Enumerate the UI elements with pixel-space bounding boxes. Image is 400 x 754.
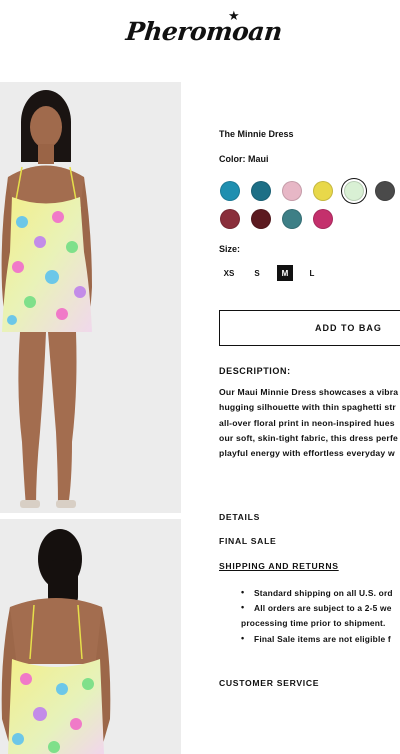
shipping-bullet: Final Sale items are not eligible f bbox=[254, 634, 391, 644]
product-image-front[interactable] bbox=[0, 82, 181, 513]
swatch-magenta[interactable] bbox=[313, 209, 333, 229]
swatch-maroon[interactable] bbox=[251, 209, 271, 229]
final-sale-accordion[interactable]: FINAL SALE bbox=[219, 536, 276, 546]
swatch-yellow-dot[interactable] bbox=[313, 181, 333, 201]
swatch-teal-print[interactable] bbox=[220, 181, 240, 201]
size-option-xs[interactable]: XS bbox=[221, 265, 237, 281]
description-line: hugging silhouette with thin spaghetti s… bbox=[219, 402, 396, 412]
size-label: Size: bbox=[219, 244, 241, 254]
description-line: all-over floral print in neon-inspired h… bbox=[219, 418, 395, 428]
swatch-charcoal-dot[interactable] bbox=[375, 181, 395, 201]
shipping-bullet: Standard shipping on all U.S. ord bbox=[254, 588, 393, 598]
swatch-burgundy-dot[interactable] bbox=[220, 209, 240, 229]
product-image-back[interactable] bbox=[0, 519, 181, 754]
size-option-s[interactable]: S bbox=[249, 265, 265, 281]
description-line: playful energy with effortless everyday … bbox=[219, 448, 395, 458]
add-to-bag-button[interactable]: ADD TO BAG bbox=[219, 310, 400, 346]
swatch-rainbow[interactable] bbox=[282, 209, 302, 229]
model-back-illustration bbox=[0, 519, 181, 754]
product-title: The Minnie Dress bbox=[219, 129, 294, 139]
model-front-illustration bbox=[0, 82, 181, 513]
size-option-m-selected[interactable]: M bbox=[277, 265, 293, 281]
shipping-returns-accordion[interactable]: SHIPPING AND RETURNS bbox=[219, 561, 339, 571]
bullet-icon: • bbox=[241, 587, 245, 597]
shipping-bullet: All orders are subject to a 2-5 we bbox=[254, 603, 392, 613]
shipping-bullet-continued: processing time prior to shipment. bbox=[241, 618, 386, 628]
color-label: Color: Maui bbox=[219, 154, 269, 164]
bullet-icon: • bbox=[241, 633, 245, 643]
description-heading: DESCRIPTION: bbox=[219, 366, 291, 376]
bullet-icon: • bbox=[241, 602, 245, 612]
swatch-blue-snake[interactable] bbox=[251, 181, 271, 201]
product-info: The Minnie Dress Color: Maui Size: XS S … bbox=[219, 0, 400, 754]
swatch-pink-floral[interactable] bbox=[282, 181, 302, 201]
details-accordion[interactable]: DETAILS bbox=[219, 512, 260, 522]
description-line: our soft, skin-tight fabric, this dress … bbox=[219, 433, 398, 443]
swatch-maui-selected[interactable] bbox=[344, 181, 364, 201]
customer-service-accordion[interactable]: CUSTOMER SERVICE bbox=[219, 678, 319, 688]
description-line: Our Maui Minnie Dress showcases a vibra bbox=[219, 387, 399, 397]
size-option-l[interactable]: L bbox=[304, 265, 320, 281]
